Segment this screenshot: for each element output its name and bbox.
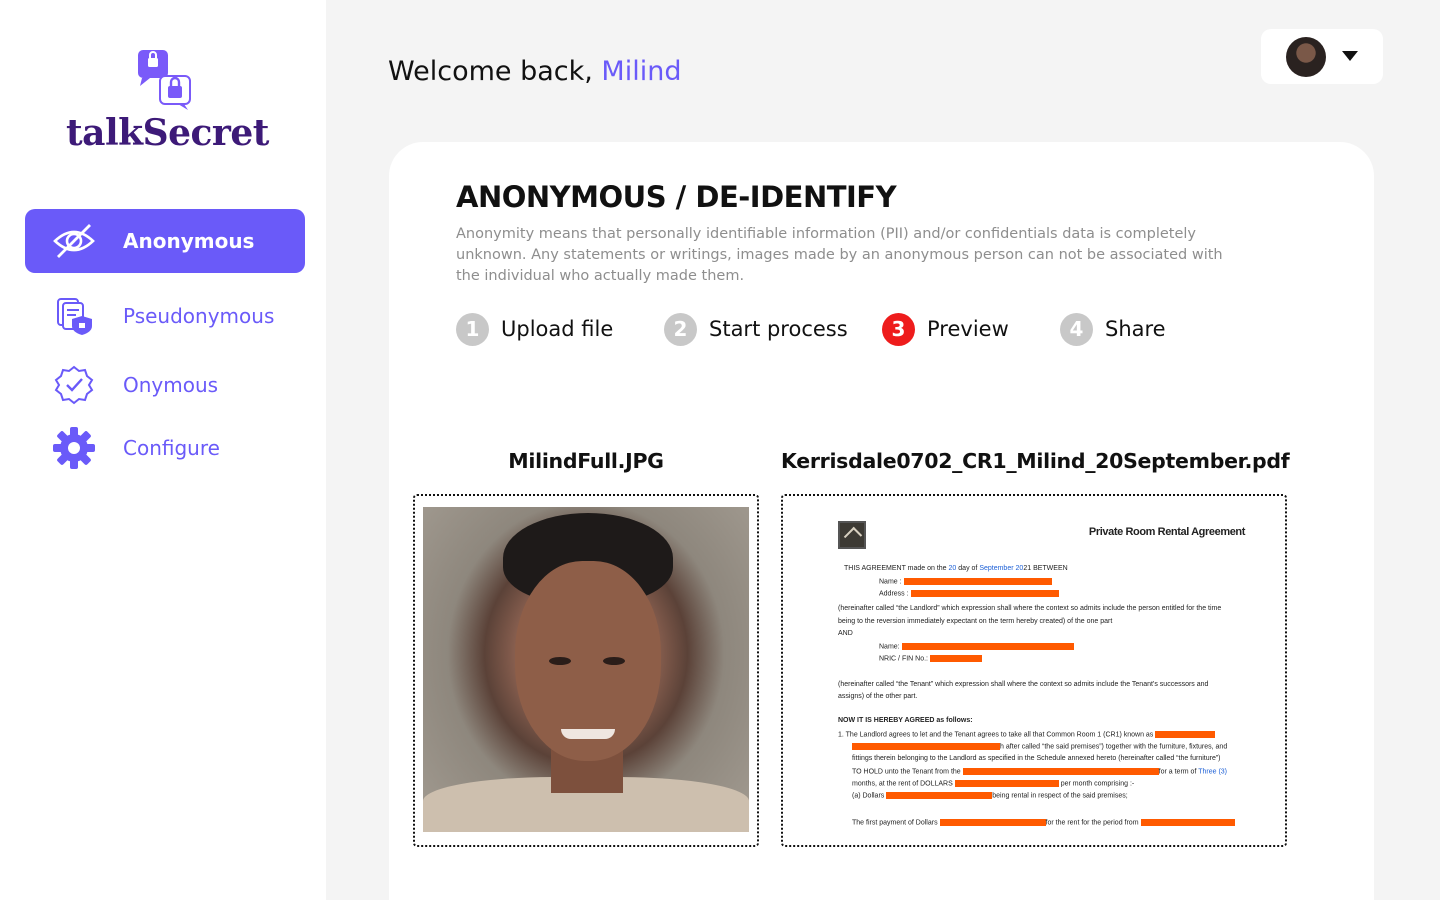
welcome-message: Welcome back, Milind [388, 56, 681, 87]
doc-line: (hereinafter called “the Landlord” which… [838, 605, 1222, 612]
doc-line: AND [838, 630, 853, 637]
step-number: 1 [456, 312, 489, 346]
chat-lock-icon [138, 50, 191, 110]
page-description: Anonymity means that personally identifi… [456, 226, 1223, 284]
step-label: Start process [709, 317, 848, 341]
brand-logo[interactable]: talkSecret [66, 46, 269, 156]
doc-line: Name : [879, 578, 1052, 585]
documents-shield-icon [49, 294, 99, 338]
doc-line: fittings therein belonging to the Landlo… [852, 755, 1221, 762]
doc-line: NOW IT IS HEREBY AGREED as follows: [838, 717, 973, 724]
file-name-pdf: Kerrisdale0702_CR1_Milind_20September.pd… [781, 449, 1290, 473]
verified-badge-icon [49, 363, 99, 407]
document-logo [838, 521, 866, 549]
avatar [1286, 37, 1326, 77]
brand-name: talkSecret [66, 112, 269, 154]
sidebar-item-label: Pseudonymous [123, 304, 275, 328]
pdf-preview[interactable]: Private Room Rental Agreement THIS AGREE… [781, 494, 1287, 847]
eye-slash-icon [49, 219, 99, 263]
doc-line: Name: [879, 643, 1074, 650]
sidebar-item-pseudonymous[interactable]: Pseudonymous [25, 284, 305, 348]
document-title: Private Room Rental Agreement [1088, 526, 1245, 538]
doc-line: being to the reversion immediately expec… [838, 618, 1113, 625]
step-number: 2 [664, 312, 697, 346]
doc-line: (a) Dollars being rental in respect of t… [852, 792, 1128, 800]
sidebar-item-label: Onymous [123, 373, 219, 397]
sidebar-item-configure[interactable]: Configure [25, 416, 305, 480]
sidebar-item-anonymous[interactable]: Anonymous [25, 209, 305, 273]
doc-line: NRIC / FIN No.: [879, 655, 982, 662]
sidebar-item-label: Configure [123, 436, 220, 460]
doc-line: (hereinafter called “the Tenant” which e… [838, 681, 1209, 688]
redacted-document: Private Room Rental Agreement THIS AGREE… [793, 506, 1279, 836]
gear-icon [49, 426, 99, 470]
doc-line: THIS AGREEMENT made on the 20 day of Sep… [844, 565, 1068, 572]
sidebar-item-onymous[interactable]: Onymous [25, 353, 305, 417]
step-label: Preview [927, 317, 1009, 341]
step-share[interactable]: 4 Share [1060, 312, 1166, 346]
user-menu[interactable] [1261, 29, 1383, 84]
step-start-process[interactable]: 2 Start process [664, 312, 848, 346]
stepper: 1 Upload file 2 Start process 3 Preview … [456, 312, 1256, 346]
main-card: ANONYMOUS / DE-IDENTIFY Anonymity means … [389, 142, 1374, 900]
step-number: 4 [1060, 312, 1093, 346]
sidebar-item-label: Anonymous [123, 229, 255, 253]
step-upload-file[interactable]: 1 Upload file [456, 312, 613, 346]
photo-preview [423, 507, 749, 832]
file-name-image: MilindFull.JPG [508, 449, 664, 473]
doc-line: TO HOLD unto the Tenant from the for a t… [852, 768, 1228, 776]
doc-line: h after called “the said premises”) toge… [852, 743, 1227, 750]
welcome-prefix: Welcome back, [388, 56, 602, 87]
doc-line: months, at the rent of DOLLARS per month… [852, 780, 1135, 788]
doc-line: assigns) of the other part. [838, 693, 918, 700]
doc-line: The first payment of Dollars for the ren… [852, 819, 1235, 826]
step-label: Upload file [501, 317, 614, 341]
doc-line: Address : [879, 590, 1059, 597]
step-number: 3 [882, 312, 915, 346]
step-preview[interactable]: 3 Preview [882, 312, 1009, 346]
doc-line: 1. The Landlord agrees to let and the Te… [838, 731, 1216, 738]
page-title: ANONYMOUS / DE-IDENTIFY [456, 180, 897, 214]
step-label: Share [1105, 317, 1166, 341]
caret-down-icon [1342, 51, 1358, 61]
user-name: Milind [601, 56, 682, 87]
sidebar: talkSecret Anonymous Pseudonymous Onymou… [0, 0, 326, 900]
image-preview[interactable] [413, 494, 759, 847]
